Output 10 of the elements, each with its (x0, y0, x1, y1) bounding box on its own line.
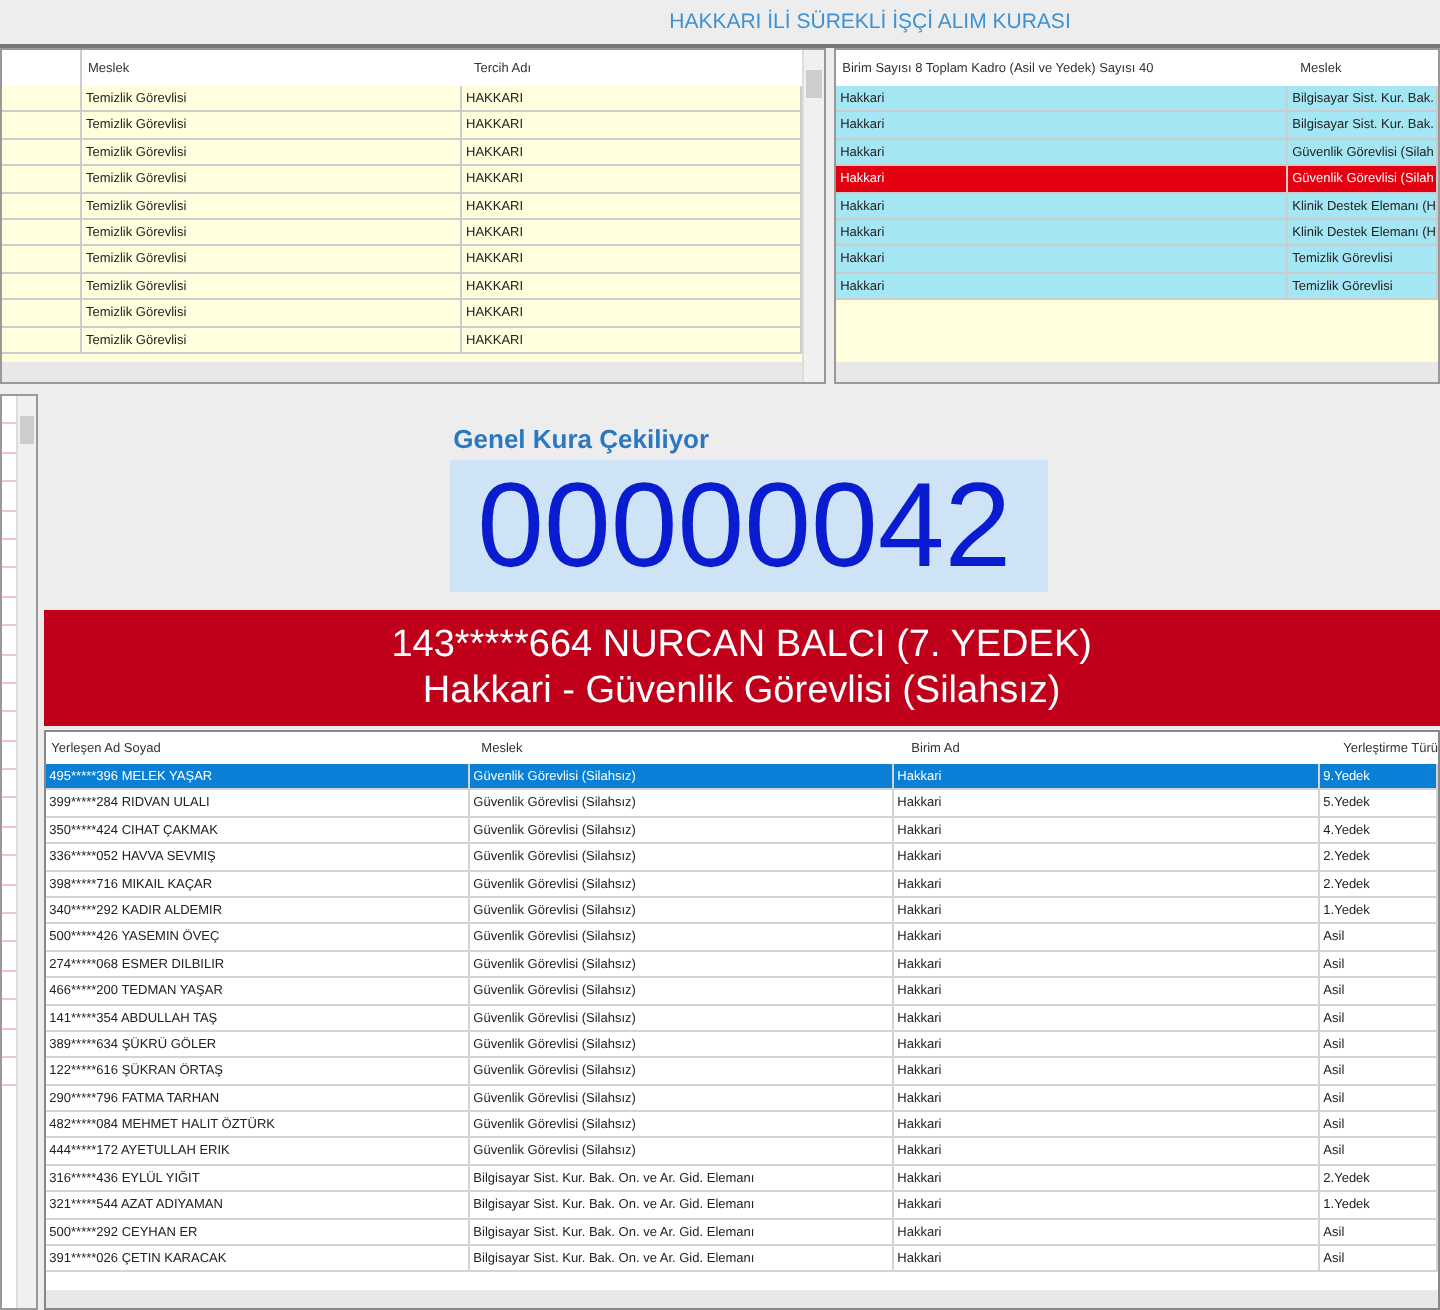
draw-label: Genel Kura Çekiliyor (451, 424, 710, 454)
horizontal-scrollbar[interactable] (2, 362, 803, 382)
vertical-scrollbar[interactable] (15, 396, 36, 1308)
winner-text: Hakkari - Güvenlik Görevlisi (Silahsız) (422, 668, 1061, 714)
horizontal-scrollbar[interactable] (836, 362, 1438, 382)
winner-text: 143*****664 NURCAN BALCI (7. YEDEK) (391, 622, 1092, 668)
window-title: HAKKARI İLİ SÜREKLİ İŞÇİ ALIM KURASI (669, 10, 1071, 34)
vertical-scrollbar[interactable] (802, 50, 825, 382)
draw-number: 00000042 (449, 460, 1048, 592)
horizontal-scrollbar[interactable] (45, 1290, 1438, 1308)
